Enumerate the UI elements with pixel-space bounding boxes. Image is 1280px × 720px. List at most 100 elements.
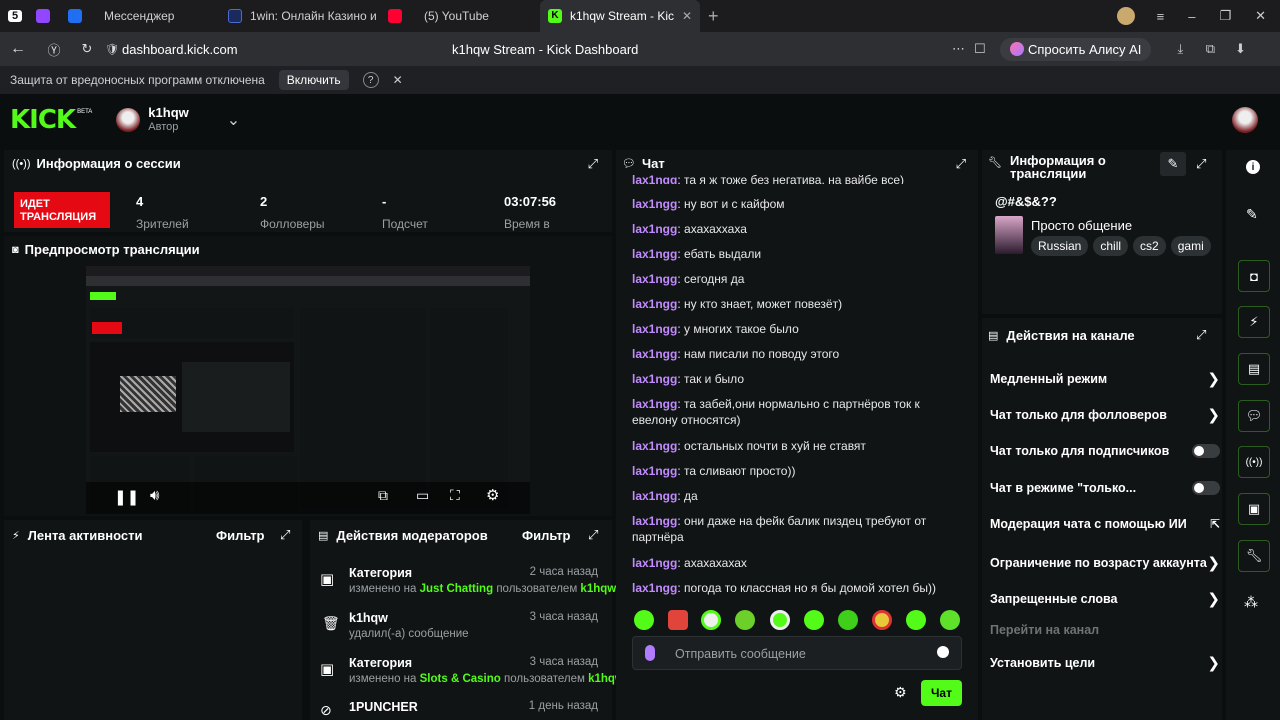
video-icon[interactable]: ▣ — [1238, 493, 1270, 525]
info-icon[interactable]: i — [1246, 160, 1260, 174]
chat-title: Чат — [641, 156, 665, 171]
chat-bubble-icon[interactable]: 💬︎ — [1238, 400, 1270, 432]
reload-icon[interactable]: ↻ — [72, 41, 102, 57]
emote-icon[interactable] — [668, 610, 688, 630]
wrench-icon[interactable]: 🔧︎ — [1238, 540, 1270, 572]
more-icon[interactable]: ⋯ — [952, 41, 974, 57]
tag-chip[interactable]: cs2 — [1133, 236, 1166, 256]
twitch-icon — [36, 9, 50, 23]
apps-icon[interactable]: ⁂ — [1244, 594, 1258, 611]
stat-viewers-label: Зрителей — [136, 217, 189, 231]
category-name[interactable]: Просто общение — [1031, 218, 1132, 233]
alice-button[interactable]: Спросить Алису AI — [1000, 37, 1152, 61]
url-field[interactable]: dashboard.kick.com — [122, 42, 452, 57]
stream-info-title: Информация о трансляции — [1009, 153, 1106, 181]
chat-settings-icon[interactable]: ⚙ — [894, 684, 907, 701]
pause-icon[interactable]: ❚❚ — [114, 488, 139, 506]
bookmark-icon[interactable]: ☐ — [974, 41, 1000, 57]
banned-words-item[interactable]: Запрещенные слова ❯ — [990, 590, 1220, 608]
session-title: Информация о сессии — [36, 156, 181, 171]
theater-icon[interactable]: ▭ — [416, 487, 429, 504]
downloads-icon[interactable]: ⤓ — [1165, 41, 1195, 57]
tab-messenger[interactable]: Мессенджер — [60, 0, 220, 32]
tag-chip[interactable]: chill — [1093, 236, 1129, 256]
emote-icon[interactable] — [940, 610, 960, 630]
ai-moderation-item[interactable]: Модерация чата с помощью ИИ ⇱ — [990, 517, 1220, 531]
activity-filter-button[interactable]: Фильтр — [216, 528, 265, 543]
pip-icon[interactable]: ⧉ — [378, 487, 388, 504]
help-icon[interactable]: ? — [362, 72, 379, 88]
emote-icon[interactable] — [735, 610, 755, 630]
minimize-icon[interactable]: – — [1188, 9, 1195, 24]
notes-icon[interactable]: ▤ — [1238, 353, 1270, 385]
list-item: ▣ Категория 3 часа назад изменено на Slo… — [320, 656, 624, 685]
tag-chip[interactable]: Russian — [1031, 236, 1089, 256]
yandex-icon[interactable]: Ⓨ — [36, 40, 72, 59]
expand-icon[interactable]: ⤢ — [1196, 327, 1206, 343]
emote-icon[interactable] — [701, 610, 721, 630]
menu-icon[interactable]: ≡ — [1157, 9, 1165, 24]
lock-icon: 🛡 — [105, 43, 119, 56]
expand-icon[interactable]: ⤢ — [280, 527, 290, 543]
page-title: k1hqw Stream - Kick Dashboard — [452, 41, 639, 57]
fullscreen-icon[interactable]: ⛶ — [450, 487, 460, 504]
volume-icon[interactable]: 🔊︎ — [150, 487, 159, 504]
settings-icon[interactable]: ⚙ — [486, 486, 499, 504]
maximize-icon[interactable]: ❐ — [1219, 8, 1231, 24]
emote-only-toggle[interactable] — [1192, 481, 1220, 495]
user-avatar[interactable] — [1232, 107, 1258, 133]
tab-1win[interactable]: 1win: Онлайн Казино и С — [220, 0, 380, 32]
followers-only-item[interactable]: Чат только для фолловеров ❯ — [990, 406, 1220, 424]
close-tab-icon[interactable]: ✕ — [682, 9, 692, 23]
pencil-icon[interactable]: ✎ — [1246, 206, 1258, 223]
stat-followers-value: 2 — [260, 194, 268, 209]
emote-icon[interactable] — [804, 610, 824, 630]
account-age-item[interactable]: Ограничение по возрасту аккаунта ❯ — [990, 554, 1220, 572]
expand-icon[interactable]: ⤢ — [956, 156, 966, 172]
profile-avatar-small[interactable] — [1116, 7, 1135, 25]
emoji-icon[interactable] — [937, 646, 949, 658]
tag-chip[interactable]: gami — [1170, 236, 1211, 256]
expand-icon[interactable]: ⤢ — [588, 527, 598, 543]
new-tab-button[interactable]: + — [700, 0, 730, 32]
kick-logo[interactable]: KICK BETA — [10, 105, 92, 135]
extensions-icon[interactable]: ⧉ — [1195, 41, 1225, 57]
emote-icon[interactable] — [770, 610, 790, 630]
expand-icon[interactable]: ⤢ — [588, 156, 598, 172]
mod-actions-panel: ▤ Действия модераторов Фильтр ⤢ ▣ Катего… — [310, 520, 624, 720]
emote-icon[interactable] — [872, 610, 892, 630]
emote-icon[interactable] — [838, 610, 858, 630]
chevron-down-icon[interactable]: ⌄ — [227, 110, 240, 130]
enable-protection-button[interactable]: Включить — [278, 70, 349, 90]
subscribers-only-item[interactable]: Чат только для подписчиков — [990, 444, 1220, 458]
edit-icon[interactable]: ✎ — [1160, 152, 1186, 176]
activity-feed-panel: ⚡︎ Лента активности Фильтр ⤢ — [4, 520, 302, 720]
downloads-tray-icon[interactable]: ⬇ — [1225, 41, 1255, 57]
microphone-icon[interactable] — [645, 645, 655, 661]
lightning-icon: ⚡︎ — [12, 530, 20, 542]
expand-icon[interactable]: ⤢ — [1196, 156, 1206, 172]
emote-icon[interactable] — [634, 610, 654, 630]
tab-youtube[interactable]: (5) YouTube — [380, 0, 540, 32]
stream-key-icon[interactable]: ◘ — [1238, 260, 1270, 292]
tab-counter[interactable]: 5 — [0, 0, 36, 32]
chat-input[interactable]: Отправить сообщение — [675, 647, 806, 661]
mod-filter-button[interactable]: Фильтр — [522, 528, 571, 543]
subscribers-only-toggle[interactable] — [1192, 444, 1220, 458]
emote-only-item[interactable]: Чат в режиме "только... — [990, 481, 1220, 495]
close-window-icon[interactable]: ✕ — [1255, 8, 1266, 24]
chat-input-box[interactable]: Отправить сообщение — [632, 636, 962, 670]
broadcast-icon[interactable]: ((•)) — [1238, 446, 1270, 478]
avatar[interactable] — [116, 108, 141, 132]
slow-mode-item[interactable]: Медленный режим ❯ — [990, 370, 1220, 388]
emote-icon[interactable] — [906, 610, 926, 630]
tab-kick-dashboard[interactable]: K k1hqw Stream - Kick Da ✕ — [540, 0, 700, 32]
chat-send-button[interactable]: Чат — [921, 680, 962, 706]
tab-twitch[interactable] — [36, 0, 60, 32]
set-goals-item[interactable]: Установить цели ❯ — [990, 654, 1220, 672]
stream-video[interactable]: ❚❚ 🔊︎ ⧉ ▭ ⛶ ⚙ — [86, 266, 530, 514]
back-icon[interactable]: ← — [0, 40, 36, 58]
lightning-icon[interactable]: ⚡︎ — [1238, 306, 1270, 338]
close-infobar-icon[interactable]: ✕ — [393, 73, 403, 87]
go-to-channel-item[interactable]: Перейти на канал — [990, 623, 1220, 637]
